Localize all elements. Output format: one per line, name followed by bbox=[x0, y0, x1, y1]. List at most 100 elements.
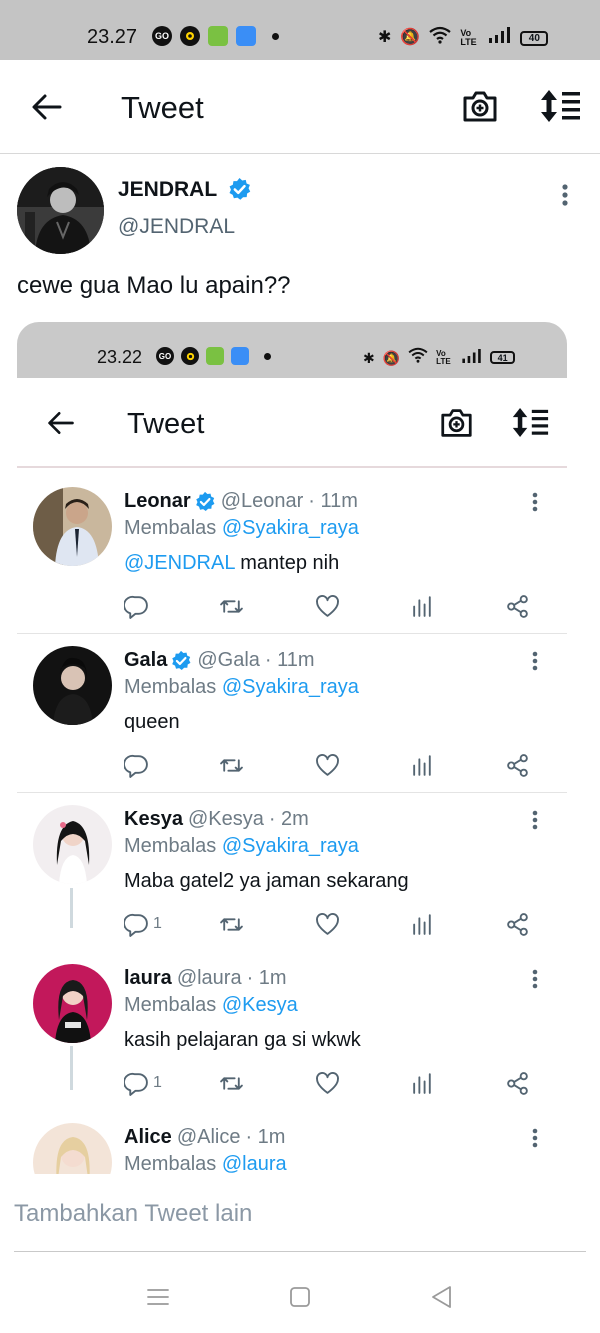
avatar[interactable] bbox=[33, 1123, 112, 1174]
share-button[interactable] bbox=[505, 1070, 530, 1096]
share-icon bbox=[507, 1071, 528, 1095]
reply-author-handle[interactable]: @Kesya bbox=[188, 808, 264, 831]
reply-header: Gala @Gala · 11m bbox=[124, 649, 315, 672]
bluetooth-icon: ✱ bbox=[378, 29, 392, 46]
status-bar: 23.27 GO ✱ 🔕 Vo LTE 40 bbox=[0, 0, 600, 60]
replying-mention[interactable]: @laura bbox=[222, 1153, 287, 1174]
reply-item[interactable]: Alice @Alice · 1m Membalas @laura bbox=[17, 1111, 567, 1174]
back-triangle-icon[interactable] bbox=[428, 1284, 456, 1310]
reply-item[interactable]: Gala @Gala · 11m Membalas @Syakira_raya … bbox=[17, 634, 567, 793]
replying-to: Membalas @Kesya bbox=[124, 994, 298, 1017]
status-app-icons: GO bbox=[152, 26, 279, 46]
reply-timestamp: · 1m bbox=[246, 967, 287, 989]
reply-author-handle[interactable]: @laura bbox=[177, 967, 242, 990]
notification-dot-icon bbox=[272, 32, 279, 40]
reply-author-name[interactable]: Gala bbox=[124, 649, 167, 672]
calculator-app-icon bbox=[208, 26, 228, 46]
replying-to: Membalas @laura bbox=[124, 1153, 287, 1174]
home-square-icon[interactable] bbox=[286, 1284, 314, 1310]
reply-timestamp: · 11m bbox=[264, 649, 315, 671]
avatar[interactable] bbox=[33, 805, 112, 884]
retweet-button[interactable] bbox=[219, 752, 244, 778]
reply-author-name[interactable]: Alice bbox=[124, 1126, 172, 1149]
heart-icon bbox=[316, 912, 339, 935]
reply-timestamp: · 1m bbox=[245, 1126, 286, 1148]
replying-label: Membalas bbox=[124, 676, 217, 698]
like-button[interactable] bbox=[315, 752, 340, 778]
like-button[interactable] bbox=[315, 911, 340, 937]
replying-mention[interactable]: @Syakira_raya bbox=[222, 676, 359, 698]
replying-label: Membalas bbox=[124, 517, 217, 539]
reply-item[interactable]: laura @laura · 1m Membalas @Kesya kasih … bbox=[17, 952, 567, 1111]
reply-author-handle[interactable]: @Gala bbox=[197, 649, 260, 672]
retweet-button[interactable] bbox=[219, 1070, 244, 1096]
embedded-status-time: 23.22 bbox=[97, 347, 143, 367]
views-button[interactable] bbox=[410, 1070, 435, 1096]
reply-author-name[interactable]: laura bbox=[124, 967, 172, 990]
author-display-name[interactable]: JENDRAL bbox=[118, 178, 217, 202]
views-button[interactable] bbox=[410, 911, 435, 937]
camera-plus-icon[interactable] bbox=[462, 88, 498, 124]
author-avatar[interactable] bbox=[17, 167, 104, 254]
more-vertical-icon[interactable] bbox=[527, 809, 543, 831]
calculator-app-icon bbox=[206, 347, 224, 365]
reply-author-name[interactable]: Leonar bbox=[124, 490, 191, 513]
menu-icon[interactable] bbox=[144, 1284, 172, 1310]
share-icon bbox=[507, 594, 528, 618]
mute-icon: 🔕 bbox=[400, 29, 421, 46]
analytics-icon bbox=[413, 1072, 431, 1094]
reply-item[interactable]: Leonar @Leonar · 11m Membalas @Syakira_r… bbox=[17, 475, 567, 634]
retweet-icon bbox=[220, 758, 243, 772]
wifi-icon bbox=[408, 347, 428, 368]
blue-app-icon bbox=[236, 26, 256, 46]
text-mention[interactable]: @JENDRAL bbox=[124, 552, 235, 574]
share-button[interactable] bbox=[505, 593, 530, 619]
embedded-page-title: Tweet bbox=[127, 408, 205, 440]
like-button[interactable] bbox=[315, 593, 340, 619]
more-vertical-icon[interactable] bbox=[527, 1127, 543, 1149]
embedded-header: Tweet bbox=[17, 378, 567, 468]
reply-icon bbox=[124, 754, 148, 778]
tweet-attached-image[interactable]: 23.22 GO ✱ 🔕 Vo LTE 41 Tweet Leonar @Leo… bbox=[17, 322, 567, 1174]
add-tweet-input[interactable] bbox=[14, 1194, 586, 1252]
replying-mention[interactable]: @Syakira_raya bbox=[222, 517, 359, 539]
more-vertical-icon[interactable] bbox=[527, 491, 543, 513]
retweet-icon bbox=[220, 599, 243, 613]
like-button[interactable] bbox=[315, 1070, 340, 1096]
views-button[interactable] bbox=[410, 752, 435, 778]
sort-icon[interactable] bbox=[539, 88, 581, 124]
reply-author-name[interactable]: Kesya bbox=[124, 808, 183, 831]
avatar[interactable] bbox=[33, 487, 112, 566]
reply-button[interactable] bbox=[124, 752, 153, 778]
reply-text: kasih pelajaran ga si wkwk bbox=[124, 1029, 361, 1052]
camera-plus-icon bbox=[441, 409, 472, 437]
heart-icon bbox=[316, 1071, 339, 1094]
author-handle[interactable]: @JENDRAL bbox=[118, 215, 235, 239]
more-vertical-icon[interactable] bbox=[527, 650, 543, 672]
more-vertical-icon[interactable] bbox=[555, 182, 575, 208]
replying-mention[interactable]: @Syakira_raya bbox=[222, 835, 359, 857]
reply-icon bbox=[124, 595, 148, 619]
share-button[interactable] bbox=[505, 911, 530, 937]
reply-text-body: queen bbox=[124, 711, 180, 733]
reply-button[interactable]: 1 bbox=[124, 1070, 162, 1096]
avatar[interactable] bbox=[33, 646, 112, 725]
replying-mention[interactable]: @Kesya bbox=[222, 994, 298, 1016]
reply-text-body: mantep nih bbox=[234, 552, 340, 574]
app-header: Tweet bbox=[0, 60, 600, 154]
analytics-icon bbox=[413, 913, 431, 935]
reply-item[interactable]: Kesya @Kesya · 2m Membalas @Syakira_raya… bbox=[17, 793, 567, 952]
signal-icon bbox=[462, 348, 482, 368]
wifi-icon bbox=[429, 26, 452, 50]
retweet-button[interactable] bbox=[219, 593, 244, 619]
reply-author-handle[interactable]: @Leonar bbox=[221, 490, 304, 513]
reply-author-handle[interactable]: @Alice bbox=[177, 1126, 241, 1149]
more-vertical-icon[interactable] bbox=[527, 968, 543, 990]
reply-button[interactable] bbox=[124, 593, 153, 619]
reply-button[interactable]: 1 bbox=[124, 911, 162, 937]
avatar[interactable] bbox=[33, 964, 112, 1043]
retweet-button[interactable] bbox=[219, 911, 244, 937]
share-button[interactable] bbox=[505, 752, 530, 778]
views-button[interactable] bbox=[410, 593, 435, 619]
arrow-left-icon[interactable] bbox=[30, 90, 64, 124]
